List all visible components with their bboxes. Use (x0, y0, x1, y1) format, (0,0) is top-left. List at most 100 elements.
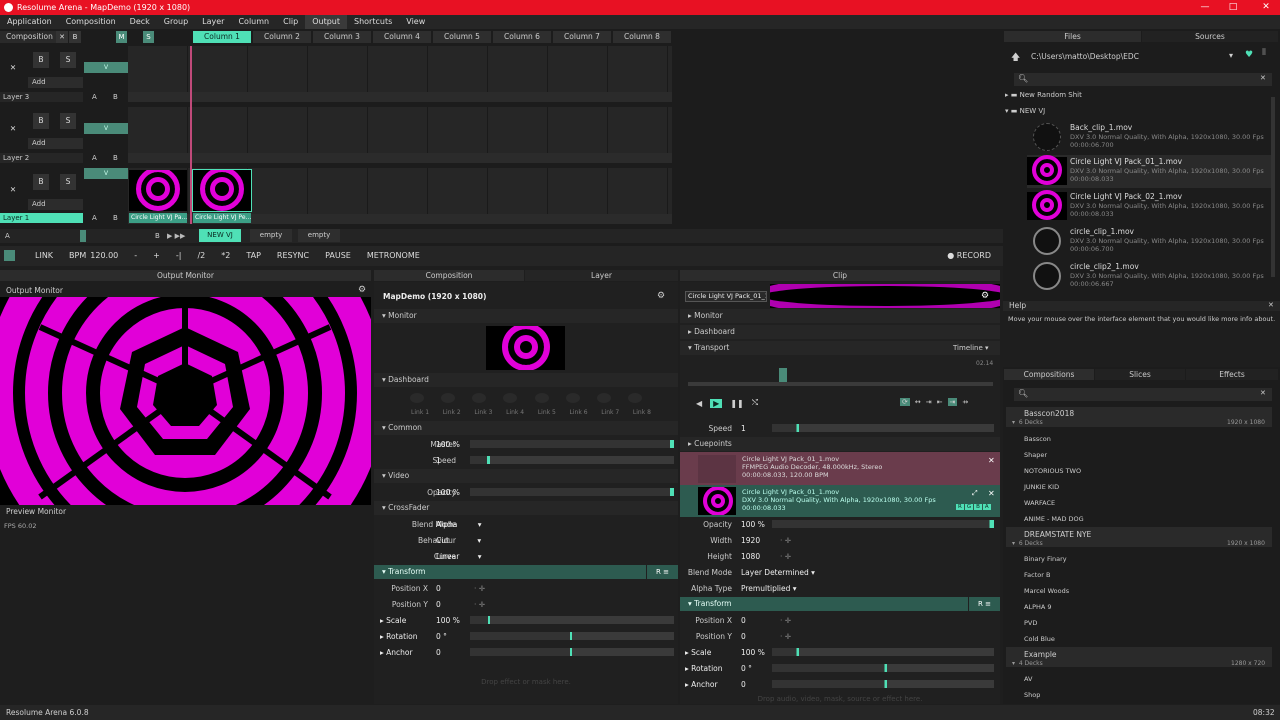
layer-2-slots[interactable] (128, 107, 672, 153)
folder-new-random[interactable]: ▸ ▬ New Random Shit (1005, 91, 1082, 99)
close-button[interactable]: ✕ (1252, 0, 1280, 15)
comp-rotation-value[interactable]: 0 ° (436, 632, 447, 641)
clip-timeline-playhead[interactable] (779, 368, 787, 382)
menu-composition[interactable]: Composition (59, 15, 123, 29)
comp-s-button[interactable]: S (143, 31, 154, 43)
beat-sync-icon[interactable]: ⇥ (947, 398, 958, 406)
layer-2-label[interactable]: Layer 2 (0, 153, 83, 163)
comp-item[interactable]: ALPHA 9 (1024, 603, 1052, 611)
pause-button[interactable]: PAUSE (317, 246, 359, 266)
files-search-input[interactable] (1014, 73, 1272, 86)
comp-item[interactable]: Marcel Woods (1024, 587, 1069, 595)
clip-timeline-track[interactable] (688, 382, 993, 386)
expand-icon[interactable]: ⤢ (972, 489, 978, 498)
behaviour-select[interactable]: Cut ▾ (436, 536, 481, 545)
clip-transport-section[interactable]: ▾ Transport (680, 341, 1000, 355)
layer-3-slots[interactable] (128, 46, 672, 92)
clip-scale-row[interactable]: ▸ Scale (685, 648, 711, 657)
gear-icon[interactable]: ⚙ (358, 285, 366, 295)
comp-scale-value[interactable]: 100 % (436, 616, 460, 625)
opacity-value[interactable]: 100 % (436, 488, 460, 497)
clip-opacity-value[interactable]: 100 % (741, 520, 765, 529)
file-item[interactable]: Circle Light VJ Pack_02_1.mov DXV 3.0 No… (1027, 190, 1271, 223)
clip-opacity-slider[interactable] (772, 520, 994, 528)
comp-anchor-slider[interactable] (470, 648, 674, 656)
loop-icon[interactable]: ⟳ (900, 398, 910, 406)
compositions-search-input[interactable] (1014, 388, 1272, 401)
layer-1-solo-button[interactable]: S (60, 174, 76, 190)
bpm-double-button[interactable]: *2 (213, 246, 238, 266)
column-5-header[interactable]: Column 5 (433, 31, 491, 43)
comp-position-x-stepper[interactable]: · ✛ (474, 584, 485, 593)
clip-thumbnail[interactable] (129, 170, 187, 211)
record-button[interactable]: ● RECORD (939, 246, 999, 266)
comp-monitor-section[interactable]: ▾ Monitor (374, 309, 678, 323)
tab-compositions[interactable]: Compositions (1004, 369, 1094, 380)
audio-track-close-icon[interactable]: ✕ (988, 456, 995, 465)
bpm-nudge-button[interactable]: -| (168, 246, 190, 266)
comp-dashboard-section[interactable]: ▾ Dashboard (374, 373, 678, 387)
layer-1-label[interactable]: Layer 1 (0, 213, 83, 223)
comp-item[interactable]: WARFACE (1024, 499, 1055, 507)
clip-anchor-value[interactable]: 0 (741, 680, 746, 689)
clip-position-x-stepper[interactable]: · ✛ (780, 616, 791, 625)
tab-composition[interactable]: Composition (374, 270, 524, 281)
file-item-selected[interactable]: Circle Light VJ Pack_01_1.mov DXV 3.0 No… (1027, 155, 1271, 188)
tab-slices[interactable]: Slices (1095, 369, 1185, 380)
clip-label[interactable]: Circle Light VJ Pa... (129, 213, 187, 223)
file-item[interactable]: Back_clip_1.mov DXV 3.0 Normal Quality, … (1027, 121, 1271, 154)
clip-speed-slider[interactable] (772, 424, 994, 432)
layer-2-video-fader[interactable]: V (84, 123, 128, 134)
layer-2-bypass-button[interactable]: B (33, 113, 49, 129)
bpm-minus-button[interactable]: - (126, 246, 145, 266)
video-section[interactable]: ▾ Video (374, 469, 678, 483)
comp-item[interactable]: Basscon (1024, 435, 1051, 443)
path-dropdown-icon[interactable]: ▾ (1229, 51, 1233, 60)
comp-item[interactable]: Shaper (1024, 451, 1047, 459)
tab-sources[interactable]: Sources (1142, 31, 1278, 42)
cuepoints-section[interactable]: ▸ Cuepoints (680, 437, 1000, 451)
comp-item[interactable]: Factor B (1024, 571, 1050, 579)
layer-1-clear-button[interactable]: ✕ (5, 182, 21, 198)
video-track[interactable]: Circle Light VJ Pack_01_1.mov DXV 3.0 No… (680, 485, 1000, 517)
comp-scale-slider[interactable] (470, 616, 674, 624)
opacity-slider[interactable] (470, 488, 674, 496)
comp-clear-button[interactable]: ✕ (56, 31, 68, 43)
clip-anchor-slider[interactable] (772, 680, 994, 688)
layer-1-b-button[interactable]: B (113, 213, 118, 223)
comp-position-y-stepper[interactable]: · ✛ (474, 600, 485, 609)
clip-width-value[interactable]: 1920 (741, 536, 760, 545)
clip-rotation-slider[interactable] (772, 664, 994, 672)
composition-gear-icon[interactable]: ⚙ (657, 291, 665, 301)
layer-3-video-fader[interactable]: V (84, 62, 128, 73)
clip-rotation-value[interactable]: 0 ° (741, 664, 752, 673)
clip-scale-value[interactable]: 100 % (741, 648, 765, 657)
crossfader-handle[interactable] (80, 230, 86, 242)
comp-rotation-slider[interactable] (470, 632, 674, 640)
red-channel-toggle[interactable]: R (956, 504, 964, 510)
comp-item[interactable]: PVD (1024, 619, 1037, 627)
menu-layer[interactable]: Layer (195, 15, 231, 29)
comp-item[interactable]: Shop (1024, 691, 1040, 699)
deck-tab-empty-2[interactable]: empty (298, 229, 340, 242)
bounce-icon[interactable]: ↔ (915, 398, 921, 406)
columns-view-icon[interactable]: ⦀ (1262, 48, 1266, 58)
dashboard-knobs[interactable] (410, 393, 650, 403)
common-section[interactable]: ▾ Common (374, 421, 678, 435)
deck-nav-icons[interactable]: ▶ ▶▶ (167, 229, 185, 243)
clip-thumbnail-selected[interactable] (192, 169, 252, 212)
bpm-plus-button[interactable]: + (145, 246, 168, 266)
column-2-header[interactable]: Column 2 (253, 31, 311, 43)
minimize-button[interactable]: — (1191, 0, 1219, 15)
composition-label[interactable]: Composition (0, 31, 56, 43)
layer-3-solo-button[interactable]: S (60, 52, 76, 68)
clip-name-field[interactable]: Circle Light VJ Pack_01_1 (685, 291, 767, 302)
column-6-header[interactable]: Column 6 (493, 31, 551, 43)
layer-3-label[interactable]: Layer 3 (0, 92, 83, 102)
layer-2-b-button[interactable]: B (113, 153, 118, 163)
tab-layer[interactable]: Layer (525, 270, 678, 281)
clip-monitor-section[interactable]: ▸ Monitor (680, 309, 1000, 323)
comp-item[interactable]: AV (1024, 675, 1032, 683)
metronome-button[interactable]: METRONOME (359, 246, 428, 266)
bpm-value[interactable]: 120.00 (88, 246, 126, 266)
